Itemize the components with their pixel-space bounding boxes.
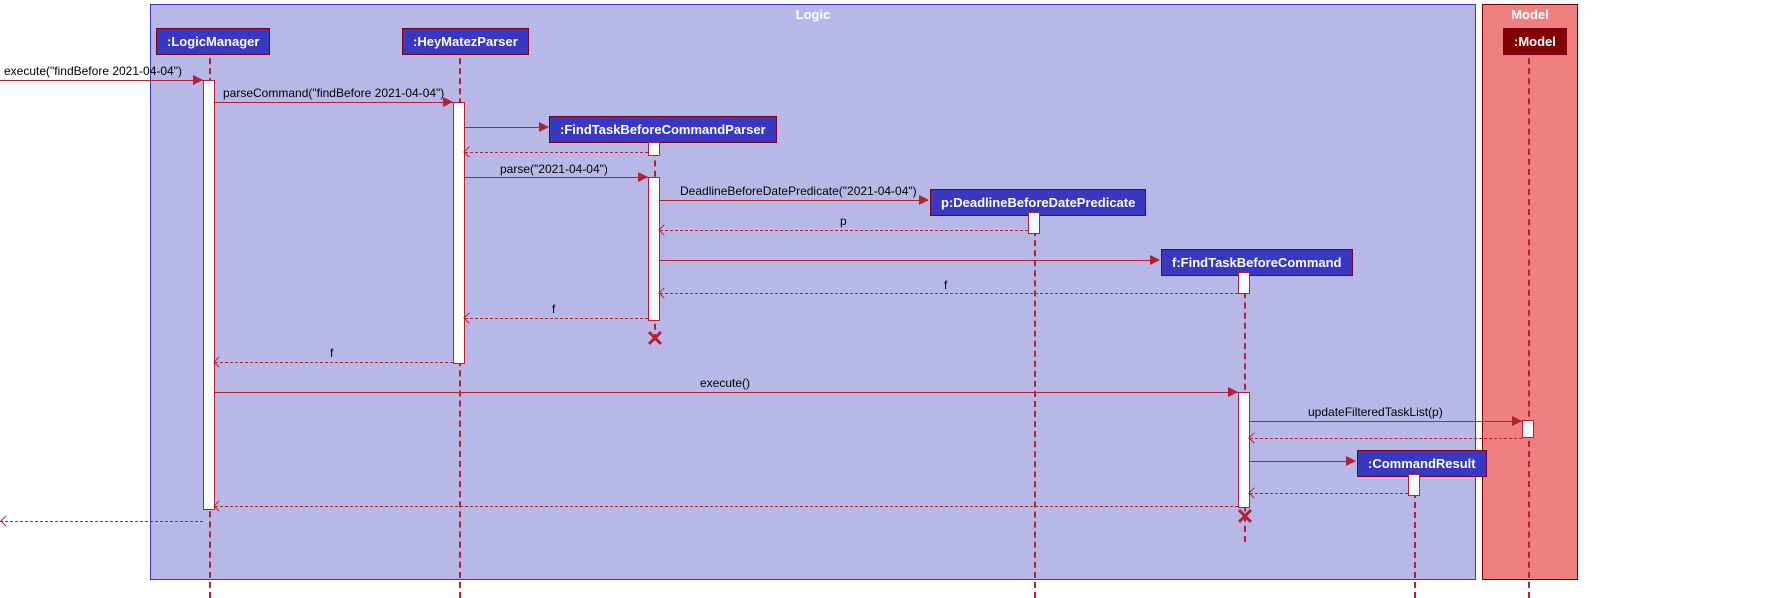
arrowhead-final-return xyxy=(0,515,11,526)
arrow-deadlinepred xyxy=(660,200,928,201)
participant-logic-manager: :LogicManager xyxy=(156,28,270,55)
arrow-final-return xyxy=(0,521,203,522)
activation-command-result xyxy=(1408,474,1420,496)
msg-return-f1: f xyxy=(944,278,947,292)
msg-execute2: execute() xyxy=(700,376,750,390)
arrowhead-create-command xyxy=(1150,255,1160,265)
logic-frame-label: Logic xyxy=(788,5,839,24)
msg-return-p: p xyxy=(840,214,847,228)
msg-return-f2: f xyxy=(552,302,555,316)
arrow-return-parser-create xyxy=(465,152,648,153)
arrow-return-p xyxy=(660,230,1028,231)
arrow-create-command xyxy=(660,260,1159,261)
participant-find-parser: :FindTaskBeforeCommandParser xyxy=(549,116,777,143)
arrowhead-create-result xyxy=(1346,456,1356,466)
activation-find-command-1 xyxy=(1238,272,1250,294)
destroy-command: ✕ xyxy=(1236,504,1254,530)
activation-find-command-2 xyxy=(1238,392,1250,508)
lifeline-model xyxy=(1528,48,1530,598)
activation-model xyxy=(1522,420,1534,438)
arrow-parse xyxy=(465,177,648,178)
arrow-execute2 xyxy=(215,392,1238,393)
arrowhead-execute1 xyxy=(193,75,203,85)
participant-find-command: f:FindTaskBeforeCommand xyxy=(1161,249,1353,276)
activation-deadline-predicate xyxy=(1028,212,1040,234)
arrow-return-f1 xyxy=(660,293,1238,294)
arrow-return-model xyxy=(1250,438,1522,439)
arrow-create-parser xyxy=(465,127,547,128)
arrow-create-result xyxy=(1250,461,1355,462)
lifeline-deadline-predicate xyxy=(1034,210,1036,598)
arrowhead-parsecommand xyxy=(443,97,453,107)
arrow-execute1 xyxy=(0,80,203,81)
activation-logic-manager xyxy=(203,80,215,510)
participant-command-result: :CommandResult xyxy=(1357,450,1487,477)
participant-model: :Model xyxy=(1503,28,1567,55)
activation-heymatez-parser xyxy=(453,102,465,364)
model-frame: Model xyxy=(1482,4,1578,580)
participant-heymatez-parser: :HeyMatezParser xyxy=(402,28,529,55)
arrow-updatefiltered xyxy=(1250,421,1522,422)
msg-return-f3: f xyxy=(330,346,333,360)
activation-find-parser-2 xyxy=(648,177,660,321)
destroy-parser: ✕ xyxy=(646,326,664,352)
msg-deadlinepred: DeadlineBeforeDatePredicate("2021-04-04"… xyxy=(680,184,917,198)
arrowhead-deadlinepred xyxy=(919,195,929,205)
msg-updatefiltered: updateFilteredTaskList(p) xyxy=(1308,405,1443,419)
activation-find-parser-1 xyxy=(648,142,660,156)
msg-parse: parse("2021-04-04") xyxy=(500,162,608,176)
msg-parsecommand: parseCommand("findBefore 2021-04-04") xyxy=(223,86,444,100)
arrowhead-parse xyxy=(638,172,648,182)
msg-execute1: execute("findBefore 2021-04-04") xyxy=(4,64,182,78)
arrowhead-execute2 xyxy=(1228,387,1238,397)
arrow-return-result xyxy=(1250,493,1408,494)
arrow-return-f3 xyxy=(215,362,453,363)
arrowhead-create-parser xyxy=(539,122,549,132)
arrow-return-f2 xyxy=(465,318,648,319)
arrow-parsecommand xyxy=(215,102,453,103)
arrowhead-updatefiltered xyxy=(1512,416,1522,426)
model-frame-label: Model xyxy=(1503,5,1557,24)
arrow-return-exec xyxy=(215,506,1238,507)
